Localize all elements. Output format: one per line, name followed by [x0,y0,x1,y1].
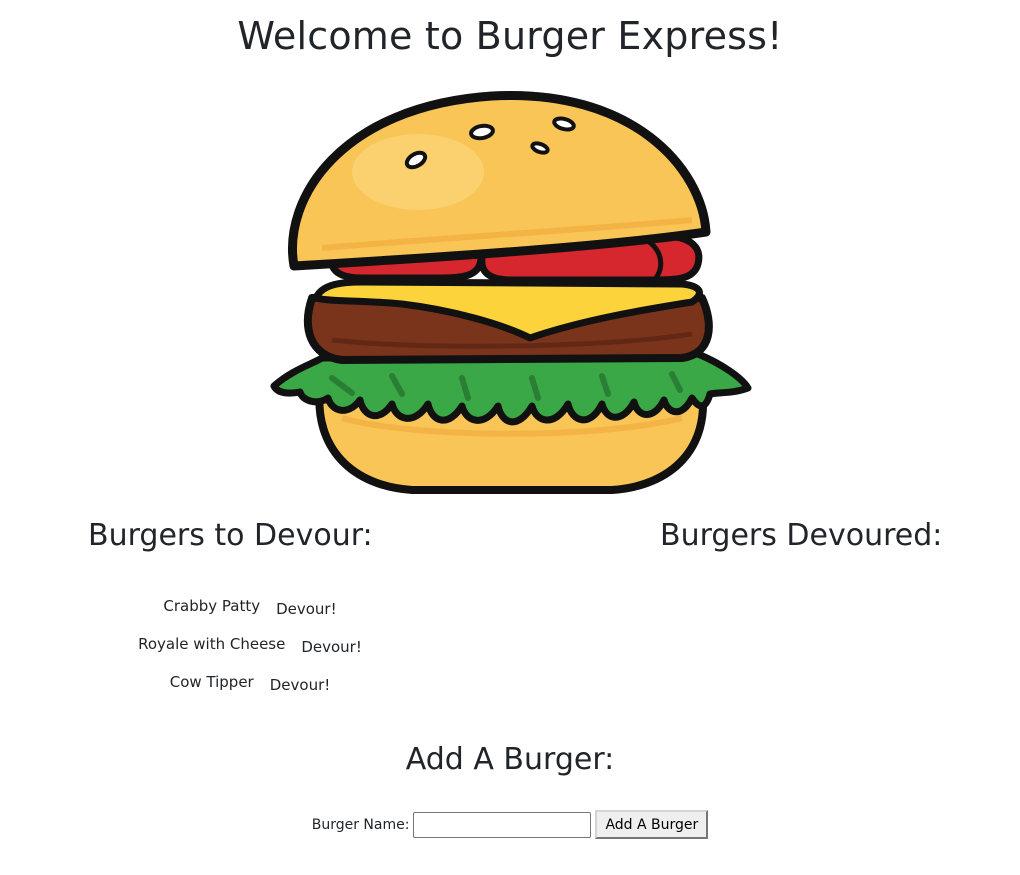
burger-list-item: Crabby Patty Devour! [80,590,420,628]
devour-button[interactable]: Devour! [276,600,337,618]
burgers-to-devour-list: Crabby Patty Devour! Royale with Cheese … [80,590,420,704]
burger-name-label: Burger Name: [311,816,410,833]
add-burger-form: Burger Name: Add A Burger [0,810,1020,839]
burgers-to-devour-heading: Burgers to Devour: [88,518,373,553]
burger-image [270,90,752,494]
burger-name: Crabby Patty [163,597,261,615]
devour-button[interactable]: Devour! [270,676,331,694]
devour-button[interactable]: Devour! [301,638,362,656]
burger-list-item: Cow Tipper Devour! [80,666,420,704]
burger-name-input[interactable] [413,811,592,838]
page-title: Welcome to Burger Express! [237,14,783,58]
burgers-devoured-heading: Burgers Devoured: [660,518,943,553]
burger-list-item: Royale with Cheese Devour! [80,628,420,666]
burger-name: Cow Tipper [169,673,254,691]
add-burger-button[interactable]: Add A Burger [595,810,709,839]
burger-name: Royale with Cheese [138,635,286,653]
add-burger-heading: Add A Burger: [405,742,615,777]
